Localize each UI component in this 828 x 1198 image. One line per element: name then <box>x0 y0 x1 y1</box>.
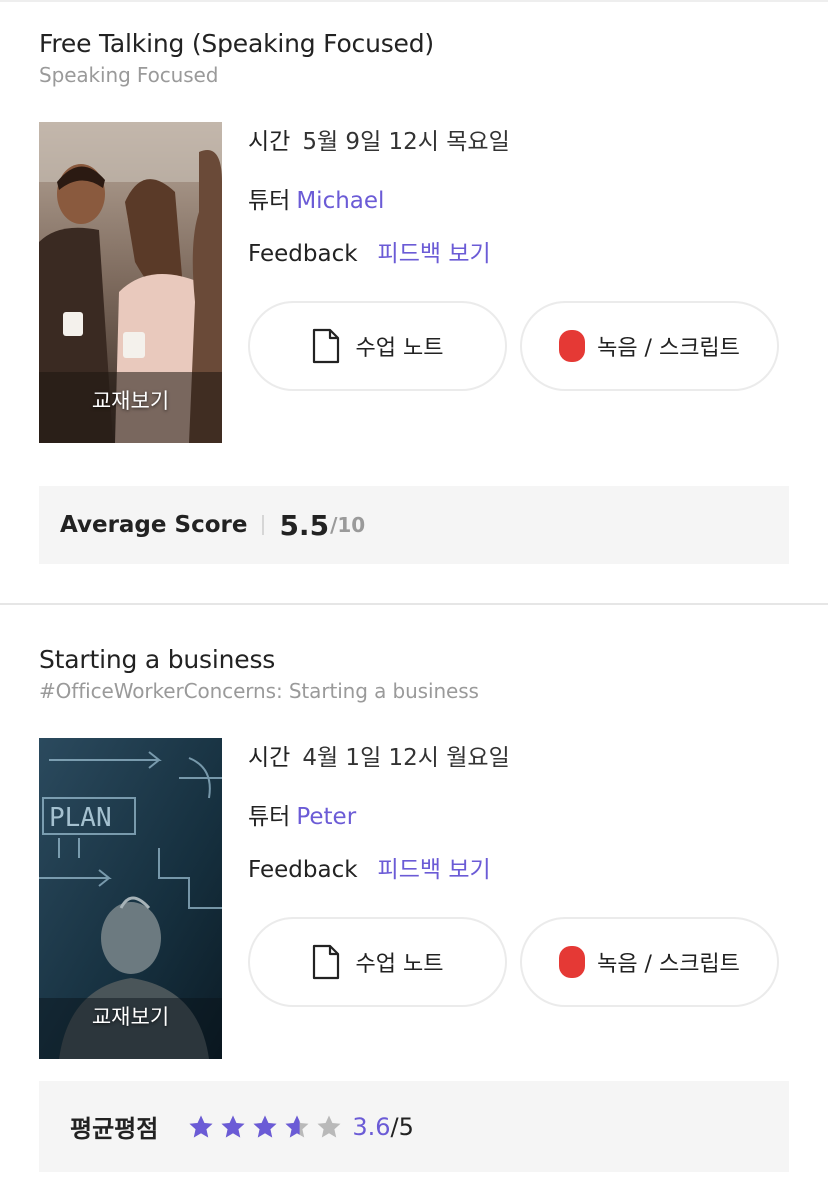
star-icon <box>253 1115 277 1137</box>
textbook-thumbnail[interactable]: 교재보기 <box>39 122 222 443</box>
average-score-max: /10 <box>330 513 366 537</box>
star-icon <box>285 1115 309 1137</box>
document-icon <box>312 328 339 364</box>
lesson-notes-button[interactable]: 수업 노트 <box>248 917 507 1007</box>
average-rating-value: 3.6 <box>352 1112 391 1141</box>
feedback-label: Feedback <box>248 857 358 883</box>
star-icon <box>317 1115 341 1137</box>
time-label: 시간 <box>248 745 291 771</box>
recording-script-label: 녹음 / 스크립트 <box>597 952 740 977</box>
record-icon <box>559 330 586 362</box>
feedback-label: Feedback <box>248 241 358 267</box>
tutor-name-link[interactable]: Peter <box>296 804 356 830</box>
lesson-time-row: 시간 4월 1일 12시 월요일 <box>248 738 510 772</box>
tutor-label: 튜터 <box>248 188 291 214</box>
view-feedback-link[interactable]: 피드백 보기 <box>378 241 491 267</box>
document-icon <box>312 944 339 980</box>
time-value: 5월 9일 12시 목요일 <box>302 129 510 155</box>
lesson-card-2: Starting a business #OfficeWorkerConcern… <box>0 605 828 1198</box>
average-rating-label: 평균평점 <box>70 1115 159 1143</box>
lesson-time-row: 시간 5월 9일 12시 목요일 <box>248 122 510 156</box>
rating-stars <box>188 1114 348 1140</box>
score-separator <box>262 515 265 535</box>
lesson-card-1: Free Talking (Speaking Focused) Speaking… <box>0 0 828 603</box>
average-rating-panel: 평균평점 3.6 /5 <box>39 1081 789 1172</box>
time-label: 시간 <box>248 129 291 155</box>
feedback-row: Feedback 피드백 보기 <box>248 850 491 884</box>
textbook-thumbnail[interactable]: PLAN 교재보기 <box>39 738 222 1059</box>
lesson-notes-button[interactable]: 수업 노트 <box>248 301 507 391</box>
textbook-view-label: 교재보기 <box>91 389 170 413</box>
textbook-view-label: 교재보기 <box>91 1005 170 1029</box>
lesson-notes-label: 수업 노트 <box>355 952 444 977</box>
average-score-panel: Average Score 5.5 /10 <box>39 486 789 564</box>
average-score-value: 5.5 <box>279 508 330 542</box>
tutor-label: 튜터 <box>248 804 291 830</box>
recording-script-button[interactable]: 녹음 / 스크립트 <box>520 917 779 1007</box>
star-icon <box>221 1115 245 1137</box>
lesson-subtitle: Speaking Focused <box>39 63 219 87</box>
view-feedback-link[interactable]: 피드백 보기 <box>378 857 491 883</box>
tutor-row: 튜터 Peter <box>248 797 356 831</box>
lesson-title: Starting a business <box>39 645 276 674</box>
recording-script-button[interactable]: 녹음 / 스크립트 <box>520 301 779 391</box>
svg-text:PLAN: PLAN <box>49 803 112 833</box>
record-icon <box>559 946 586 978</box>
lesson-subtitle: #OfficeWorkerConcerns: Starting a busine… <box>39 679 479 703</box>
average-score-label: Average Score <box>60 512 248 538</box>
lesson-notes-label: 수업 노트 <box>355 336 444 361</box>
feedback-row: Feedback 피드백 보기 <box>248 234 491 268</box>
tutor-row: 튜터 Michael <box>248 181 384 215</box>
average-rating-max: /5 <box>390 1112 414 1141</box>
recording-script-label: 녹음 / 스크립트 <box>597 336 740 361</box>
time-value: 4월 1일 12시 월요일 <box>302 745 510 771</box>
star-icon <box>189 1115 213 1137</box>
lesson-title: Free Talking (Speaking Focused) <box>39 29 434 58</box>
tutor-name-link[interactable]: Michael <box>296 188 384 214</box>
